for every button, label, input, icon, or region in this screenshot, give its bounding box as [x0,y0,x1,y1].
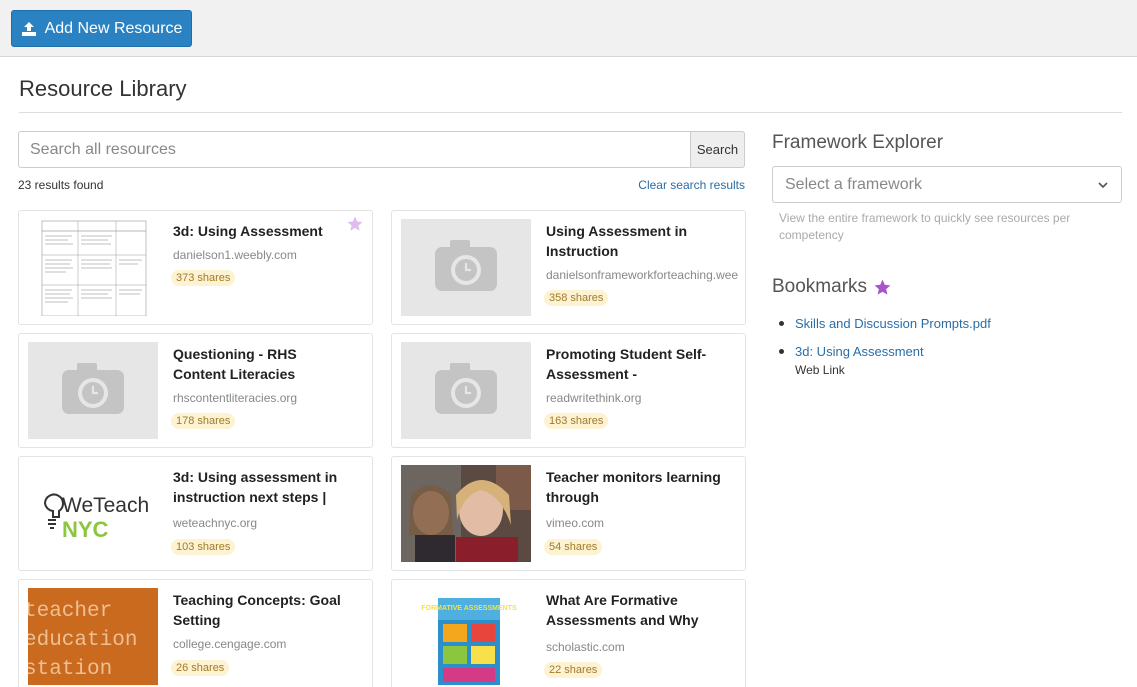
teacher-ed-line-3: station [28,658,112,681]
results-count: 23 results found [18,178,104,192]
resource-card[interactable]: Using Assessment in Instruction danielso… [391,210,746,325]
title-divider [19,112,1122,113]
shares-badge: 163 shares [544,413,609,429]
card-title[interactable]: What Are Formative Assessments and Why [546,590,726,630]
card-title[interactable]: 3d: Using assessment in instruction next… [173,467,353,507]
card-domain: scholastic.com [546,640,625,654]
document-thumbnail [28,219,158,316]
resource-card[interactable]: 3d: Using Assessment danielson1.weebly.c… [18,210,373,325]
bookmark-type: Web Link [795,363,845,377]
shares-badge: 103 shares [171,539,236,555]
chevron-down-icon [1098,181,1108,188]
resource-card[interactable]: Teacher monitors learning through vimeo.… [391,456,746,571]
bookmarks-heading: Bookmarks [772,276,892,298]
search-input[interactable] [18,131,690,168]
bookmark-item: 3d: Using Assessment Web Link [779,343,991,379]
video-thumbnail [401,465,531,562]
card-domain: danielsonframeworkforteaching.weebly.com [546,268,738,282]
card-domain: weteachnyc.org [173,516,258,530]
resource-card[interactable]: Questioning - RHS Content Literacies rhs… [18,333,373,448]
book-cover-thumbnail: FORMATIVE ASSESSMENTS [401,588,531,685]
card-title[interactable]: Promoting Student Self-Assessment - [546,344,726,384]
shares-badge: 373 shares [171,270,236,286]
teacher-ed-line-1: teacher [28,600,112,623]
card-title[interactable]: Using Assessment in Instruction [546,221,726,261]
card-title[interactable]: Questioning - RHS Content Literacies [173,344,353,384]
shares-badge: 22 shares [544,662,603,678]
top-toolbar: Add New Resource [0,0,1137,57]
bookmark-link[interactable]: 3d: Using Assessment [795,343,991,361]
resource-card[interactable]: WeTeach NYC 3d: Using assessment in inst… [18,456,373,571]
card-domain: vimeo.com [546,516,605,530]
card-title[interactable]: 3d: Using Assessment [173,221,353,241]
card-domain: danielson1.weebly.com [173,248,297,262]
search-button[interactable]: Search [690,131,745,168]
shares-badge: 178 shares [171,413,236,429]
add-new-resource-button[interactable]: Add New Resource [11,10,192,47]
teacher-education-thumbnail: teacher education station [28,588,158,685]
framework-help-text: View the entire framework to quickly see… [779,211,1071,242]
card-domain: college.cengage.com [173,637,287,651]
resource-card[interactable]: Promoting Student Self-Assessment - read… [391,333,746,448]
camera-placeholder-icon [401,342,531,439]
teacher-ed-line-2: education [28,629,137,652]
card-domain: rhscontentliteracies.org [173,391,298,405]
bookmarks-list: Skills and Discussion Prompts.pdf 3d: Us… [779,315,991,389]
add-new-resource-label: Add New Resource [44,19,183,37]
weteach-logo-text-bottom: NYC [62,517,109,542]
resource-card[interactable]: teacher education station Teaching Conce… [18,579,373,687]
card-domain: readwritethink.org [546,391,642,405]
star-icon [874,279,891,295]
shares-badge: 358 shares [544,290,609,306]
card-title[interactable]: Teaching Concepts: Goal Setting [173,590,353,630]
bookmarks-title: Bookmarks [772,276,868,297]
weteach-logo-text-top: WeTeach [62,494,149,517]
resource-card[interactable]: FORMATIVE ASSESSMENTS What Are Formative… [391,579,746,687]
framework-explorer-title: Framework Explorer [772,132,944,153]
framework-select[interactable]: Select a framework [772,166,1122,203]
camera-placeholder-icon [28,342,158,439]
bookmark-link[interactable]: Skills and Discussion Prompts.pdf [795,315,991,333]
search-bar: Search [18,131,745,168]
shares-badge: 54 shares [544,539,603,555]
clear-search-link[interactable]: Clear search results [638,178,745,192]
bookmark-item: Skills and Discussion Prompts.pdf [779,315,991,333]
page-title: Resource Library [19,76,187,101]
card-title[interactable]: Teacher monitors learning through [546,467,726,507]
framework-select-value: Select a framework [785,175,922,193]
shares-badge: 26 shares [171,660,230,676]
upload-icon [21,21,36,36]
book-cover-title: FORMATIVE ASSESSMENTS [421,605,517,612]
bookmark-star-icon[interactable] [346,215,364,233]
weteach-logo: WeTeach NYC [28,465,158,562]
camera-placeholder-icon [401,219,531,316]
